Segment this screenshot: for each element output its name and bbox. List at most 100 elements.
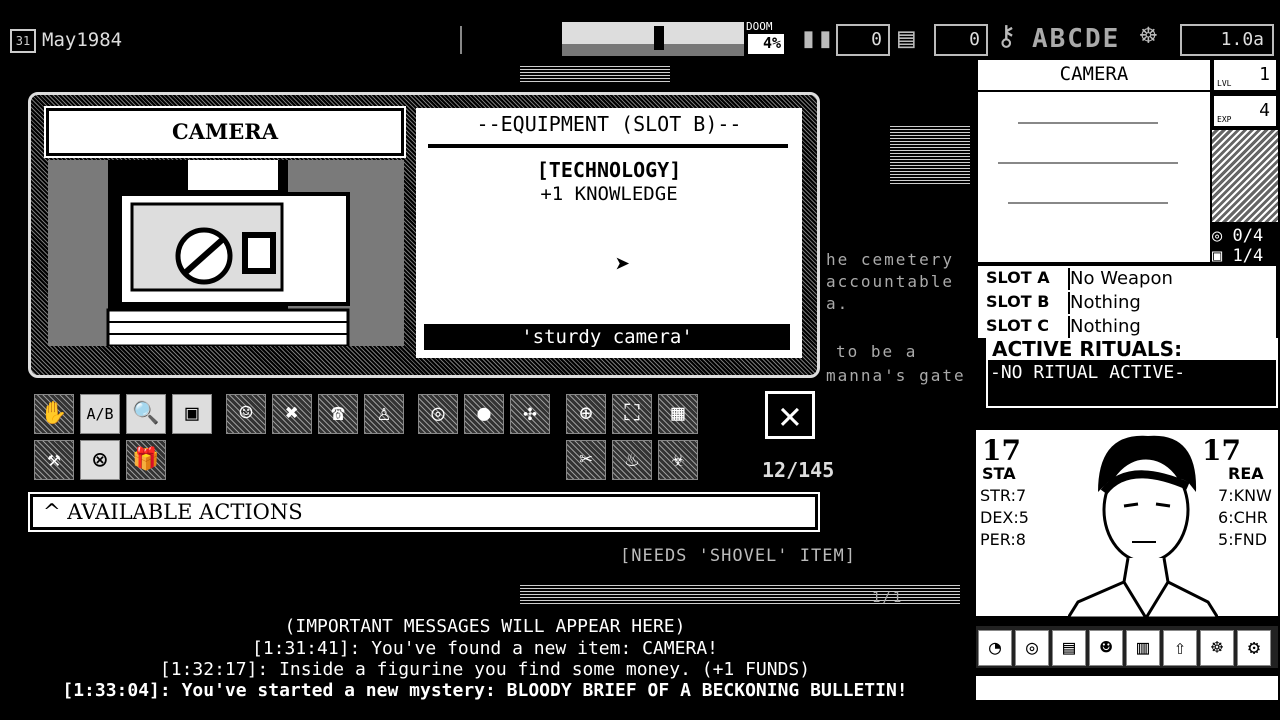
lighthouse-icon: [654, 26, 664, 50]
key-letters: ABCDE: [1032, 24, 1121, 54]
experience-display: EXP 4: [1214, 96, 1276, 126]
message-line: [1:31:41]: You've found a new item: CAME…: [252, 638, 718, 659]
divider: [998, 162, 1178, 164]
camera-image: [48, 160, 404, 346]
slot-value: Nothing: [1068, 292, 1276, 314]
divider: [1018, 122, 1158, 124]
spiral-counter: ◎ 0/4: [1212, 226, 1264, 246]
flame-icon[interactable]: ♨: [612, 440, 652, 480]
character-illustration: [1068, 435, 1218, 618]
search-icon[interactable]: 🔍: [126, 394, 166, 434]
level-display: LVL 1: [1214, 60, 1276, 90]
stat-value: 7: [1015, 486, 1027, 505]
rituals-value: -NO RITUAL ACTIVE-: [990, 362, 1186, 383]
reason-label: REA: [1228, 464, 1264, 483]
clock-icon[interactable]: ◔: [978, 630, 1012, 666]
slot-b-row[interactable]: SLOT B Nothing: [978, 292, 1276, 316]
grid-icon[interactable]: ▦: [658, 394, 698, 434]
slot-a-row[interactable]: SLOT A No Weapon: [978, 268, 1276, 292]
swap-slot-icon[interactable]: A/B: [80, 394, 120, 434]
reason-value: 17: [1202, 434, 1241, 467]
map-plus-icon[interactable]: ⊕: [566, 394, 606, 434]
inventory-icon[interactable]: ▣: [172, 394, 212, 434]
bg-text-5: manna's gate: [826, 366, 966, 385]
location-thumbnail: [1212, 130, 1278, 222]
person-icon[interactable]: ♙: [364, 394, 404, 434]
needs-item-hint: [NEEDS 'SHOVEL' ITEM]: [620, 546, 856, 566]
level-value: 1: [1259, 64, 1270, 85]
spiral-icon[interactable]: ◎: [418, 394, 458, 434]
attack-icon[interactable]: ✖: [272, 394, 312, 434]
old-god-menu-icon[interactable]: ☸: [1200, 630, 1234, 666]
face-icon[interactable]: ●: [464, 394, 504, 434]
pattern-icon[interactable]: ✣: [510, 394, 550, 434]
spiral-count-value: 0/4: [1232, 226, 1264, 246]
stat-value: 8: [1015, 530, 1026, 549]
spiral-menu-icon[interactable]: ◎: [1015, 630, 1049, 666]
lock-counter: ▣ 1/4: [1212, 246, 1264, 266]
stat-fnd: 5:FND: [1218, 530, 1268, 549]
available-actions-bar[interactable]: ^ AVAILABLE ACTIONS: [28, 492, 820, 532]
stats-icon[interactable]: ▤: [1052, 630, 1086, 666]
expand-icon[interactable]: ⛶: [612, 394, 652, 434]
bg-page-count: 1/1: [872, 590, 904, 606]
gift-icon[interactable]: 🎁: [126, 440, 166, 480]
divider: [428, 144, 788, 148]
character-item-name: CAMERA: [978, 60, 1210, 90]
bg-text-3: a.: [826, 294, 850, 313]
equipment-header: --EQUIPMENT (SLOT B)--: [476, 112, 742, 136]
use-item-icon[interactable]: ✋: [34, 394, 74, 434]
funds-icon: ▤: [898, 21, 915, 54]
stat-per: PER:8: [980, 530, 1026, 549]
item-quote: 'sturdy camera': [424, 324, 790, 350]
stat-knw: 7:KNW: [1218, 486, 1272, 505]
item-category: [TECHNOLOGY]: [536, 158, 682, 182]
level-up-icon[interactable]: ⇧: [1163, 630, 1197, 666]
action-counter: 12/145: [762, 458, 835, 482]
item-bonus: +1 KNOWLEDGE: [540, 183, 678, 205]
stat-chr: 6:CHR: [1218, 508, 1268, 527]
experience-value: 4: [1259, 100, 1270, 121]
stat-label: FND: [1233, 530, 1268, 549]
ammo-counter: 0: [836, 24, 890, 56]
slot-value: No Weapon: [1068, 268, 1276, 290]
settings-icon[interactable]: ⚙: [1237, 630, 1271, 666]
slot-value: Nothing: [1068, 316, 1276, 338]
stat-value: 7: [1218, 486, 1229, 505]
doom-value: 4%: [748, 34, 784, 54]
divider: [460, 26, 462, 54]
creature-icon[interactable]: ☣: [658, 440, 698, 480]
stat-label: STR: [980, 486, 1011, 505]
journal-icon[interactable]: ▥: [1126, 630, 1160, 666]
experience-label: EXP: [1217, 115, 1232, 124]
stat-dex: DEX:5: [980, 508, 1029, 527]
bg-text-4: to be a: [836, 342, 918, 361]
mouse-cursor-icon: ➤: [615, 250, 631, 280]
stat-label: DEX: [980, 508, 1014, 527]
bg-text-1: he cemetery: [826, 250, 954, 269]
bg-scanlines-2: [890, 124, 970, 184]
equipment-slots: SLOT A No Weapon SLOT B Nothing SLOT C N…: [978, 266, 1276, 338]
character-portrait: 17 STA 17 REA STR:7 DEX:5 PER:8 7:KNW 6:…: [976, 430, 1278, 618]
funds-counter: 0: [934, 24, 988, 56]
calendar-icon: 31: [10, 29, 36, 53]
bg-scanlines: [520, 64, 670, 82]
close-button[interactable]: ✕: [765, 391, 815, 439]
stamina-label: STA: [982, 464, 1016, 483]
message-line: [1:32:17]: Inside a figurine you find so…: [159, 659, 811, 680]
version-label: 1.0a: [1180, 24, 1274, 56]
tools-icon[interactable]: ✂: [566, 440, 606, 480]
stat-label: CHR: [1233, 508, 1268, 527]
slot-label: SLOT C: [986, 316, 1049, 335]
call-icon[interactable]: ☎: [318, 394, 358, 434]
old-god-icon: ☸: [1140, 19, 1157, 52]
key-icon: ⚷: [996, 19, 1017, 52]
contacts-icon[interactable]: ☻: [1089, 630, 1123, 666]
stat-label: KNW: [1233, 486, 1272, 505]
messages-header: (IMPORTANT MESSAGES WILL APPEAR HERE): [284, 616, 686, 637]
menu-bar: ◔ ◎ ▤ ☻ ▥ ⇧ ☸ ⚙: [976, 626, 1278, 668]
lock-count-value: 1/4: [1232, 246, 1264, 266]
dig-icon[interactable]: ⚒: [34, 440, 74, 480]
cancel-icon[interactable]: ⊗: [80, 440, 120, 480]
talk-icon[interactable]: ☺: [226, 394, 266, 434]
